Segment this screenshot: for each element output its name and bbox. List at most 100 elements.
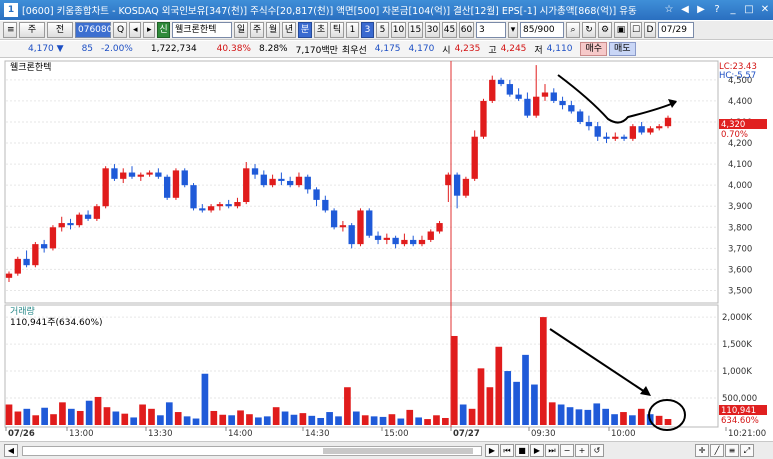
period-month[interactable]: 월	[266, 22, 280, 38]
price-chart[interactable]: 4,5004,4004,3004,2004,1004,0003,9003,800…	[0, 59, 773, 441]
volume-bar	[629, 415, 636, 425]
interval-45[interactable]: 45	[442, 22, 457, 38]
menu-toggle-icon[interactable]: ≡	[3, 22, 17, 38]
volume-bar	[637, 408, 645, 425]
interval-1[interactable]: 1	[346, 22, 359, 38]
reset-icon[interactable]: ↺	[590, 444, 604, 457]
volume-bar	[459, 404, 467, 425]
interval-input[interactable]: 3	[476, 22, 506, 38]
period-tick[interactable]: 틱	[330, 22, 344, 38]
settings-icon[interactable]: ⚙	[598, 22, 612, 38]
fib-tool-icon[interactable]: ≡	[725, 444, 739, 457]
search-button[interactable]: Q	[113, 22, 127, 38]
jeon-select[interactable]: 전	[47, 22, 73, 38]
credit-badge: 신	[157, 22, 170, 38]
type-select[interactable]: 주	[19, 22, 45, 38]
stock-code-input[interactable]: 076080	[75, 22, 112, 38]
close-icon[interactable]: ✕	[757, 2, 773, 18]
last-icon[interactable]: ⏭	[545, 444, 559, 457]
volume-bar	[548, 402, 556, 425]
prev-icon[interactable]: ◀	[677, 2, 693, 18]
check-icon[interactable]: ☐	[630, 22, 642, 38]
candle-body	[594, 126, 601, 137]
time-axis-label: 07/26	[8, 429, 35, 439]
zoom-out-icon[interactable]: −	[560, 444, 574, 457]
candle-body	[5, 273, 13, 278]
volume-bar	[148, 408, 155, 425]
dropdown-icon[interactable]: ▾	[508, 22, 518, 38]
scrollbar-track[interactable]	[22, 445, 482, 456]
count-input[interactable]: 85/900	[520, 22, 564, 38]
sell-button[interactable]: 매도	[609, 42, 636, 56]
interval-60[interactable]: 60	[459, 22, 474, 38]
crosshair-icon[interactable]: ✛	[695, 444, 709, 457]
volume-bar	[263, 416, 271, 425]
period-week[interactable]: 주	[250, 22, 264, 38]
zoom-icon[interactable]: ⌕	[566, 22, 580, 38]
stop-icon[interactable]: ■	[515, 444, 529, 457]
date-input[interactable]: 07/29	[658, 22, 694, 38]
line-tool-icon[interactable]: ╱	[710, 444, 724, 457]
volume-bar	[255, 417, 262, 425]
volume-bar	[557, 404, 565, 425]
candle-body	[155, 172, 162, 177]
scrollbar-thumb[interactable]	[323, 447, 473, 454]
price-axis-label: 3,700	[728, 244, 752, 254]
time-axis-label: 09:30	[531, 429, 556, 439]
volume-bar	[370, 416, 378, 425]
volume-axis-label: 500,000	[722, 394, 757, 404]
next-stock-icon[interactable]: ▸	[143, 22, 155, 38]
candle-body	[401, 239, 408, 245]
period-minute[interactable]: 분	[298, 22, 312, 38]
candle-body	[322, 199, 329, 211]
volume-bar	[379, 416, 387, 425]
volume-bar	[41, 407, 48, 425]
trade-amount: 7,170백만	[295, 45, 338, 56]
expand-icon[interactable]: ⤢	[740, 444, 754, 457]
period-year[interactable]: 년	[282, 22, 296, 38]
interval-15[interactable]: 15	[408, 22, 423, 38]
play-icon[interactable]: ▶	[530, 444, 544, 457]
interval-30[interactable]: 30	[425, 22, 440, 38]
volume-bar	[308, 415, 316, 425]
volume-bar	[486, 387, 494, 425]
next-icon[interactable]: ▶	[693, 2, 709, 18]
candle-body	[568, 105, 575, 112]
stock-name-field[interactable]: 웰크론한텍	[172, 22, 232, 38]
volume-bar	[76, 410, 84, 425]
price-tag: 4,320	[721, 120, 745, 130]
zoom-in-icon[interactable]: +	[575, 444, 589, 457]
refresh-icon[interactable]: ↻	[582, 22, 596, 38]
favorite-icon[interactable]: ☆	[661, 2, 677, 18]
volume-title: 거래량	[10, 305, 35, 317]
help-icon[interactable]: ?	[709, 2, 725, 18]
buy-button[interactable]: 매수	[580, 42, 607, 56]
volume-bar	[59, 402, 66, 425]
candle-body	[269, 178, 276, 186]
volume-bar	[522, 354, 529, 425]
minimize-icon[interactable]: _	[725, 2, 741, 18]
volume-bar	[450, 335, 458, 425]
maximize-icon[interactable]: □	[741, 2, 757, 18]
candle-body	[471, 136, 478, 179]
volume-bar	[112, 411, 120, 425]
first-icon[interactable]: ⏮	[500, 444, 514, 457]
candle-body	[287, 180, 294, 186]
save-icon[interactable]: ▣	[614, 22, 628, 38]
scroll-left-icon[interactable]: ◀	[4, 444, 18, 457]
candle-body	[638, 126, 645, 133]
interval-10[interactable]: 10	[391, 22, 406, 38]
interval-3[interactable]: 3	[361, 22, 374, 38]
period-second[interactable]: 초	[314, 22, 328, 38]
prev-stock-icon[interactable]: ◂	[129, 22, 141, 38]
volume-bar	[23, 408, 31, 425]
candle-body	[603, 136, 610, 139]
candle-body	[304, 176, 311, 190]
period-day[interactable]: 일	[234, 22, 248, 38]
scroll-right-icon[interactable]: ▶	[485, 444, 499, 457]
volume-bar	[468, 408, 476, 425]
volume-bar	[50, 414, 57, 425]
volume-bar	[326, 412, 333, 425]
trade-volume: 1,722,734	[150, 44, 197, 54]
interval-5[interactable]: 5	[376, 22, 389, 38]
